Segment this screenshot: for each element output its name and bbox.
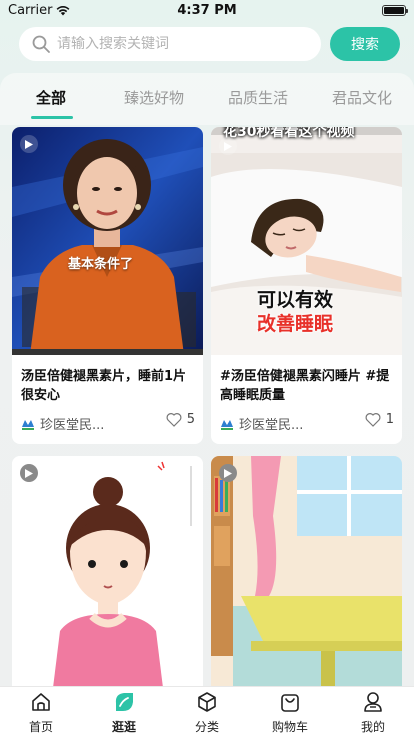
heart-icon xyxy=(166,413,182,427)
play-icon[interactable] xyxy=(20,135,38,153)
author-name: 珍医堂民... xyxy=(40,418,105,433)
search-icon xyxy=(32,35,50,53)
video-caption-line2: 改善睡眠 xyxy=(257,313,334,335)
nav-home[interactable]: 首页 xyxy=(0,687,82,736)
like-count: 5 xyxy=(186,412,195,427)
category-tabs: 全部 臻选好物 品质生活 君品文化 xyxy=(0,73,414,125)
video-thumbnail[interactable]: 花30秒看看这个视频 可以有效 改善睡眠 xyxy=(211,127,402,355)
video-caption-top: 花30秒看看这个视频 xyxy=(223,127,355,140)
search-input[interactable] xyxy=(57,36,297,52)
author-logo-icon xyxy=(22,419,34,430)
tab-all[interactable]: 全部 xyxy=(36,87,66,108)
nav-label: 首页 xyxy=(28,720,53,734)
video-thumbnail[interactable] xyxy=(12,456,203,696)
tab-quality-life[interactable]: 品质生活 xyxy=(228,87,288,108)
battery-icon xyxy=(382,5,408,16)
like-button[interactable]: 1 xyxy=(365,412,394,427)
status-bar: Carrier 4:37 PM xyxy=(0,0,414,22)
nav-label: 逛逛 xyxy=(111,720,136,734)
search-button[interactable]: 搜索 xyxy=(330,27,400,61)
card-title: #汤臣倍健褪黑素闪睡片 #提高睡眠质量 xyxy=(220,369,390,403)
home-icon xyxy=(32,693,50,711)
active-tab-indicator xyxy=(31,116,73,119)
search-bar[interactable] xyxy=(19,27,321,61)
author: 珍医堂民... xyxy=(220,414,303,433)
video-thumbnail[interactable]: 基本条件了 xyxy=(12,127,203,355)
cart-icon xyxy=(281,694,299,712)
nav-category[interactable]: 分类 xyxy=(166,687,248,736)
play-icon[interactable] xyxy=(219,464,237,482)
video-frame-image xyxy=(211,456,402,696)
play-icon[interactable] xyxy=(219,137,237,155)
video-caption-line1: 可以有效 xyxy=(257,289,334,311)
play-icon[interactable] xyxy=(20,464,38,482)
feed-card[interactable]: 花30秒看看这个视频 可以有效 改善睡眠 #汤臣倍健褪黑素闪睡片 #提高睡眠质量… xyxy=(211,127,402,444)
nav-explore[interactable]: 逛逛 xyxy=(83,687,165,736)
heart-icon xyxy=(365,413,381,427)
author-logo-icon xyxy=(221,419,233,430)
feed-card[interactable] xyxy=(12,456,203,696)
author: 珍医堂民... xyxy=(21,414,104,433)
video-thumbnail[interactable] xyxy=(211,456,402,696)
clock: 4:37 PM xyxy=(177,3,237,18)
author-name: 珍医堂民... xyxy=(239,418,304,433)
video-frame-image xyxy=(12,456,203,696)
nav-label: 分类 xyxy=(194,720,219,734)
category-icon xyxy=(198,692,216,712)
like-button[interactable]: 5 xyxy=(166,412,195,427)
video-caption: 基本条件了 xyxy=(68,257,134,272)
card-title: 汤臣倍健褪黑素片，睡前1片很安心 xyxy=(21,369,187,403)
profile-icon xyxy=(364,692,382,712)
bottom-nav: 首页 逛逛 分类 购物车 我的 xyxy=(0,686,414,736)
like-count: 1 xyxy=(385,412,394,427)
nav-cart[interactable]: 购物车 xyxy=(249,687,331,736)
tab-culture[interactable]: 君品文化 xyxy=(332,87,392,108)
explore-icon xyxy=(115,693,133,711)
video-frame-image xyxy=(12,127,203,355)
feed-card[interactable]: 基本条件了 汤臣倍健褪黑素片，睡前1片很安心 珍医堂民... 5 xyxy=(12,127,203,444)
feed-card[interactable] xyxy=(211,456,402,696)
nav-profile[interactable]: 我的 xyxy=(332,687,414,736)
tab-selected-goods[interactable]: 臻选好物 xyxy=(124,87,184,108)
nav-label: 购物车 xyxy=(271,720,308,734)
nav-label: 我的 xyxy=(360,720,385,734)
